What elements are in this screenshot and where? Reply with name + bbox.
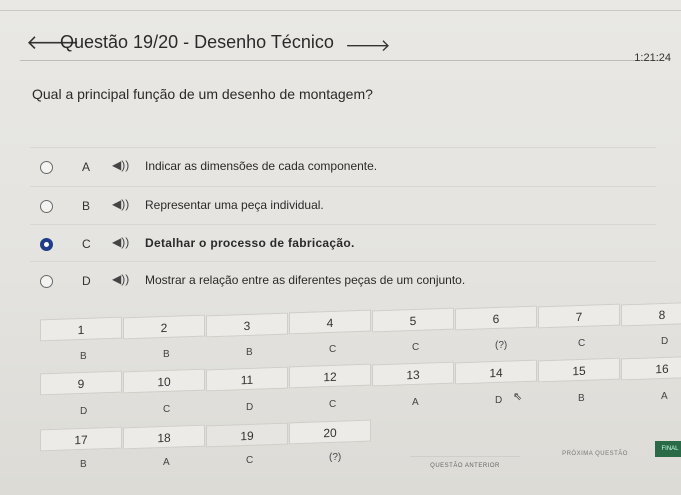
nav-question-16[interactable]: 16 <box>621 355 681 381</box>
nav-question-1[interactable]: 1 <box>40 316 122 342</box>
mouse-cursor-icon: ⇖ <box>513 391 523 403</box>
nav-answer-1: B <box>80 351 87 362</box>
nav-answer-18: A <box>163 456 170 468</box>
question-navigator: 1 B 2 B 3 B 4 C 5 C 6 (?) 7 C 8 D 9 D 10 C 11 D 12 C 13 A 14 D 15 B 16… <box>0 0 681 495</box>
nav-answer-3: B <box>246 346 253 358</box>
nav-answer-12: C <box>329 399 337 411</box>
nav-question-2[interactable]: 2 <box>123 314 205 340</box>
nav-answer-16: A <box>661 390 668 402</box>
nav-answer-2: B <box>163 348 170 360</box>
nav-question-19[interactable]: 19 <box>206 422 288 448</box>
next-question-button[interactable]: PRÓXIMA QUESTÃO <box>540 445 650 463</box>
nav-question-9[interactable]: 9 <box>40 370 122 396</box>
nav-answer-4: C <box>329 344 337 356</box>
nav-question-12[interactable]: 12 <box>289 363 371 389</box>
nav-question-4[interactable]: 4 <box>289 309 371 335</box>
nav-answer-14: D <box>495 395 503 406</box>
nav-question-10[interactable]: 10 <box>123 368 205 394</box>
nav-answer-9: D <box>80 406 88 417</box>
nav-answer-17: B <box>80 459 87 470</box>
nav-question-20[interactable]: 20 <box>289 419 371 445</box>
nav-question-7[interactable]: 7 <box>538 303 620 329</box>
nav-answer-10: C <box>163 403 171 415</box>
nav-question-15[interactable]: 15 <box>538 357 620 383</box>
nav-question-3[interactable]: 3 <box>206 312 288 338</box>
nav-question-17[interactable]: 17 <box>40 426 122 452</box>
nav-question-6[interactable]: 6 <box>455 305 537 331</box>
nav-answer-11: D <box>246 401 254 413</box>
nav-question-5[interactable]: 5 <box>372 307 454 333</box>
nav-question-13[interactable]: 13 <box>372 361 454 387</box>
nav-answer-20: (?) <box>329 452 342 464</box>
finish-button[interactable]: FINAL <box>655 441 681 457</box>
nav-answer-8: D <box>661 335 669 347</box>
nav-answer-13: A <box>412 397 419 409</box>
nav-question-18[interactable]: 18 <box>123 424 205 450</box>
previous-question-button[interactable]: QUESTÃO ANTERIOR <box>410 456 520 475</box>
nav-answer-7: C <box>578 337 586 349</box>
nav-answer-6: (?) <box>495 340 508 351</box>
nav-question-14[interactable]: 14 <box>455 359 537 385</box>
nav-answer-5: C <box>412 342 420 354</box>
nav-answer-19: C <box>246 454 254 466</box>
nav-question-11[interactable]: 11 <box>206 366 288 392</box>
nav-question-8[interactable]: 8 <box>621 301 681 327</box>
nav-answer-15: B <box>578 392 585 404</box>
